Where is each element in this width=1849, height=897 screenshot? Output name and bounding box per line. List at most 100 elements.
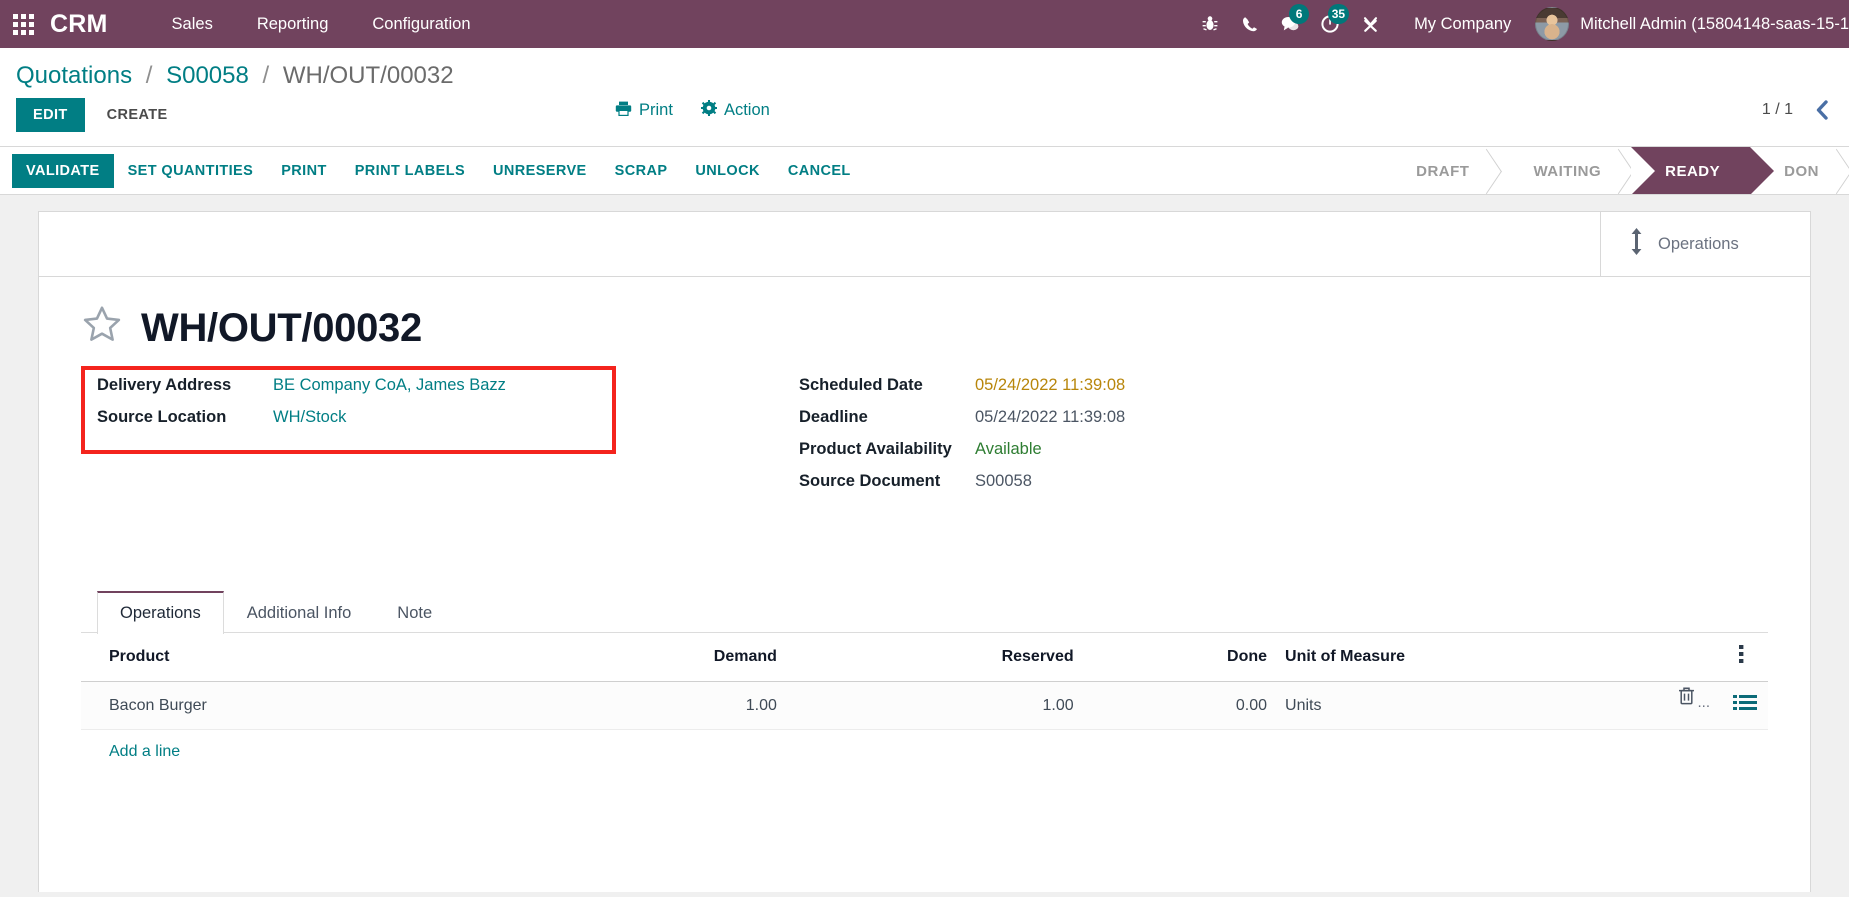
operations-table: Product Demand Reserved Done Unit of Mea… — [81, 633, 1768, 730]
record-title-row: WH/OUT/00032 — [81, 305, 1768, 350]
scrap-button[interactable]: SCRAP — [601, 154, 682, 188]
row-actions — [1722, 681, 1768, 730]
unlock-button[interactable]: UNLOCK — [681, 154, 773, 188]
gear-icon — [700, 100, 717, 121]
field-label-product-availability: Product Availability — [799, 440, 952, 458]
avatar — [1535, 7, 1570, 41]
breadcrumb-current: WH/OUT/00032 — [282, 62, 454, 89]
set-quantities-button[interactable]: SET QUANTITIES — [114, 154, 268, 188]
apps-grid-icon[interactable] — [0, 0, 46, 48]
app-brand[interactable]: CRM — [46, 10, 116, 39]
action-label: Action — [723, 101, 770, 119]
user-menu[interactable]: Mitchell Admin (15804148-saas-15-1 — [1527, 7, 1849, 41]
menu-item-sales[interactable]: Sales — [150, 0, 235, 48]
chat-badge: 6 — [1289, 4, 1310, 24]
printer-icon — [615, 101, 632, 121]
field-label-scheduled-date: Scheduled Date — [799, 376, 923, 394]
add-a-line-button[interactable]: Add a line — [81, 730, 208, 774]
print-menu[interactable]: Print — [615, 101, 673, 121]
delete-row-button[interactable]: ... — [1678, 686, 1710, 710]
pager-previous-chevron-icon[interactable] — [1811, 100, 1833, 120]
company-switcher[interactable]: My Company — [1390, 15, 1527, 34]
print-labels-button[interactable]: PRINT LABELS — [341, 154, 479, 188]
user-name-label: Mitchell Admin (15804148-saas-15-1 — [1580, 14, 1849, 33]
column-header-uom: Unit of Measure — [1277, 633, 1722, 682]
page-title: WH/OUT/00032 — [141, 305, 422, 350]
cancel-button[interactable]: CANCEL — [774, 154, 865, 188]
field-value-source-location[interactable]: WH/Stock — [273, 408, 346, 427]
activity-clock-icon[interactable]: 35 — [1310, 0, 1350, 48]
field-source-location: Source Location WH/Stock — [81, 408, 741, 427]
unreserve-button[interactable]: UNRESERVE — [479, 154, 601, 188]
smart-button-label: Operations — [1658, 234, 1739, 253]
notebook-tabs: Operations Additional Info Note — [81, 590, 1768, 634]
breadcrumb-quotations[interactable]: Quotations — [16, 62, 132, 89]
control-panel: Quotations / S00058 / WH/OUT/00032 EDIT … — [0, 48, 1849, 147]
field-value-deadline: 05/24/2022 11:39:08 — [975, 408, 1126, 426]
bug-icon[interactable] — [1190, 0, 1230, 48]
sheet-body: WH/OUT/00032 Delivery Address BE Company… — [39, 277, 1810, 774]
cell-done: 0.00 — [1083, 681, 1278, 730]
menu-item-configuration[interactable]: Configuration — [350, 0, 492, 48]
cell-uom: Units — [1277, 681, 1722, 730]
statusbar: VALIDATE SET QUANTITIES PRINT PRINT LABE… — [0, 147, 1849, 195]
form-view-container: Operations WH/OUT/00032 Delivery Address… — [0, 195, 1849, 892]
print-label: Print — [639, 101, 673, 119]
smart-button-operations[interactable]: Operations — [1600, 212, 1810, 276]
field-label-source-document: Source Document — [799, 472, 941, 490]
field-scheduled-date: Scheduled Date 05/24/2022 11:39:08 — [783, 376, 1443, 395]
cell-product: Bacon Burger — [81, 681, 519, 730]
create-button[interactable]: CREATE — [91, 98, 184, 132]
menu-item-reporting[interactable]: Reporting — [235, 0, 351, 48]
field-value-delivery-address[interactable]: BE Company CoA, James Bazz — [273, 376, 506, 395]
column-header-product: Product — [81, 633, 519, 682]
table-header: Product Demand Reserved Done Unit of Mea… — [81, 633, 1768, 682]
status-stage-waiting[interactable]: WAITING — [1499, 147, 1631, 194]
table-row[interactable]: Bacon Burger 1.00 1.00 0.00 Units — [81, 681, 1768, 730]
status-stage-ready[interactable]: READY — [1631, 147, 1775, 194]
phone-icon[interactable] — [1230, 0, 1270, 48]
print-button[interactable]: PRINT — [267, 154, 341, 188]
notebook: Operations Additional Info Note Product … — [81, 590, 1768, 774]
navbar-right-tools: 6 35 My Company Mitchell Admin (15804148… — [1190, 0, 1849, 48]
cell-demand: 1.00 — [518, 681, 787, 730]
control-panel-center-actions: Print Action — [615, 100, 770, 121]
chat-icon[interactable]: 6 — [1270, 0, 1310, 48]
record-sheet: Operations WH/OUT/00032 Delivery Address… — [38, 211, 1811, 892]
field-value-product-availability: Available — [975, 440, 1042, 458]
edit-button[interactable]: EDIT — [16, 98, 85, 132]
field-value-scheduled-date[interactable]: 05/24/2022 11:39:08 — [975, 376, 1125, 395]
column-header-demand: Demand — [518, 633, 787, 682]
validate-button[interactable]: VALIDATE — [12, 153, 114, 188]
star-outline-icon[interactable] — [81, 305, 123, 350]
field-label-deadline: Deadline — [799, 408, 868, 426]
smart-button-bar: Operations — [39, 212, 1810, 277]
field-source-document: Source Document S00058 — [783, 472, 1443, 491]
field-label-source-location: Source Location — [97, 408, 227, 426]
tab-note[interactable]: Note — [374, 592, 455, 634]
field-value-source-document: S00058 — [975, 472, 1032, 490]
optional-columns-toggle[interactable] — [1722, 633, 1768, 682]
pager: 1 / 1 — [1762, 100, 1833, 120]
pager-value[interactable]: 1 / 1 — [1762, 101, 1793, 119]
list-detail-icon[interactable] — [1733, 694, 1757, 717]
activity-badge: 35 — [1327, 4, 1350, 24]
tab-additional-info[interactable]: Additional Info — [224, 592, 375, 634]
trash-icon — [1678, 686, 1695, 710]
column-header-reserved: Reserved — [786, 633, 1084, 682]
form-column-right: Scheduled Date 05/24/2022 11:39:08 Deadl… — [783, 376, 1443, 504]
breadcrumb: Quotations / S00058 / WH/OUT/00032 — [0, 48, 1849, 98]
breadcrumb-s00058[interactable]: S00058 — [166, 62, 249, 89]
breadcrumb-separator-1: / — [145, 62, 153, 89]
row-menu-ellipsis: ... — [1697, 694, 1710, 711]
main-menu: Sales Reporting Configuration — [150, 0, 493, 48]
vertical-dots-icon — [1738, 645, 1744, 668]
tab-operations[interactable]: Operations — [97, 591, 224, 634]
action-menu[interactable]: Action — [700, 100, 770, 121]
form-column-left: Delivery Address BE Company CoA, James B… — [81, 366, 741, 504]
status-stage-draft[interactable]: DRAFT — [1382, 147, 1499, 194]
field-delivery-address: Delivery Address BE Company CoA, James B… — [81, 376, 741, 395]
field-deadline: Deadline 05/24/2022 11:39:08 — [783, 408, 1443, 427]
wrench-icon[interactable] — [1350, 0, 1390, 48]
status-pipeline: DRAFT WAITING READY DON — [1382, 147, 1849, 194]
